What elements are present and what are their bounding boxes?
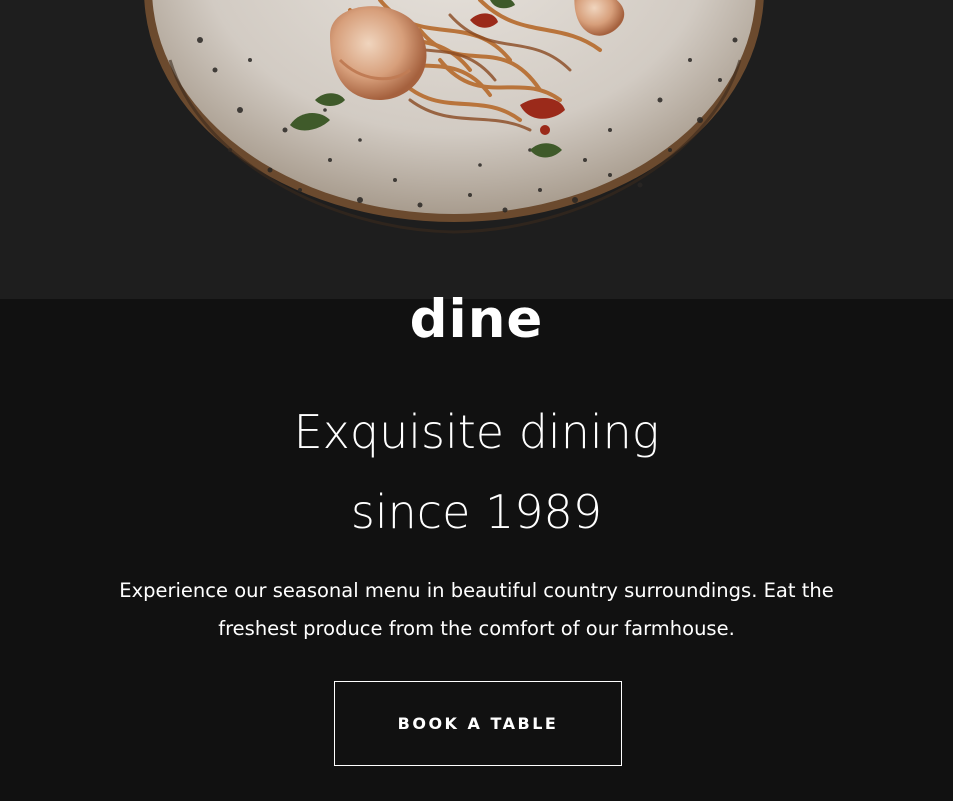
logo[interactable]: dine: [0, 288, 953, 352]
hero-headline: Exquisite dining since 1989: [0, 392, 953, 552]
headline-line-2: since 1989: [350, 485, 603, 539]
hero-image-area: [0, 0, 953, 299]
page: dine Exquisite dining since 1989 Experie…: [0, 0, 953, 801]
hero-description: Experience our seasonal menu in beautifu…: [119, 579, 834, 640]
food-plate-image: [144, 0, 764, 234]
book-a-table-button[interactable]: BOOK A TABLE: [334, 681, 622, 766]
headline-line-1: Exquisite dining: [293, 405, 660, 459]
